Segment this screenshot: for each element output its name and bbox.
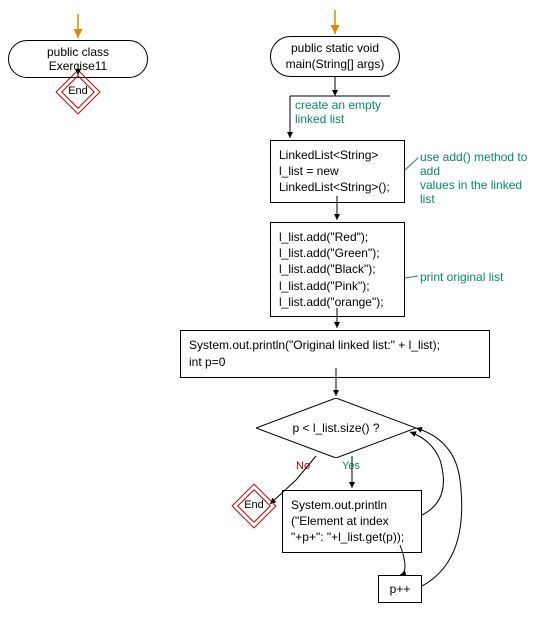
terminal-main-label: public static void main(String[] args) [286,41,385,71]
decision-loop-label: p < l_list.size() ? [256,421,416,435]
process-adds: l_list.add("Red"); l_list.add("Green"); … [270,222,405,317]
terminal-main: public static void main(String[] args) [270,36,400,77]
annot-create-empty: create an empty linked list [295,98,381,126]
process-adds-text: l_list.add("Red"); l_list.add("Green"); … [279,230,384,309]
end-right-label: End [238,499,270,511]
process-increment-text: p++ [390,582,411,596]
end-left-label: End [62,85,94,97]
edge-no-label: No [296,460,310,472]
annot-add-method: use add() method to add values in the li… [420,150,537,206]
end-left: End [62,76,94,108]
process-loop-body: System.out.println ("Element at index "+… [282,490,422,553]
process-print-text: System.out.println("Original linked list… [189,338,440,369]
end-right: End [238,490,270,522]
process-increment: p++ [378,575,422,603]
process-print: System.out.println("Original linked list… [180,330,490,378]
decision-loop: p < l_list.size() ? [256,398,416,458]
annot-print-original: print original list [420,270,503,284]
process-declare: LinkedList<String> l_list = new LinkedLi… [270,140,405,203]
process-loop-body-text: System.out.println ("Element at index "+… [291,498,404,544]
edge-yes-label: Yes [342,460,360,472]
process-declare-text: LinkedList<String> l_list = new LinkedLi… [279,148,390,194]
